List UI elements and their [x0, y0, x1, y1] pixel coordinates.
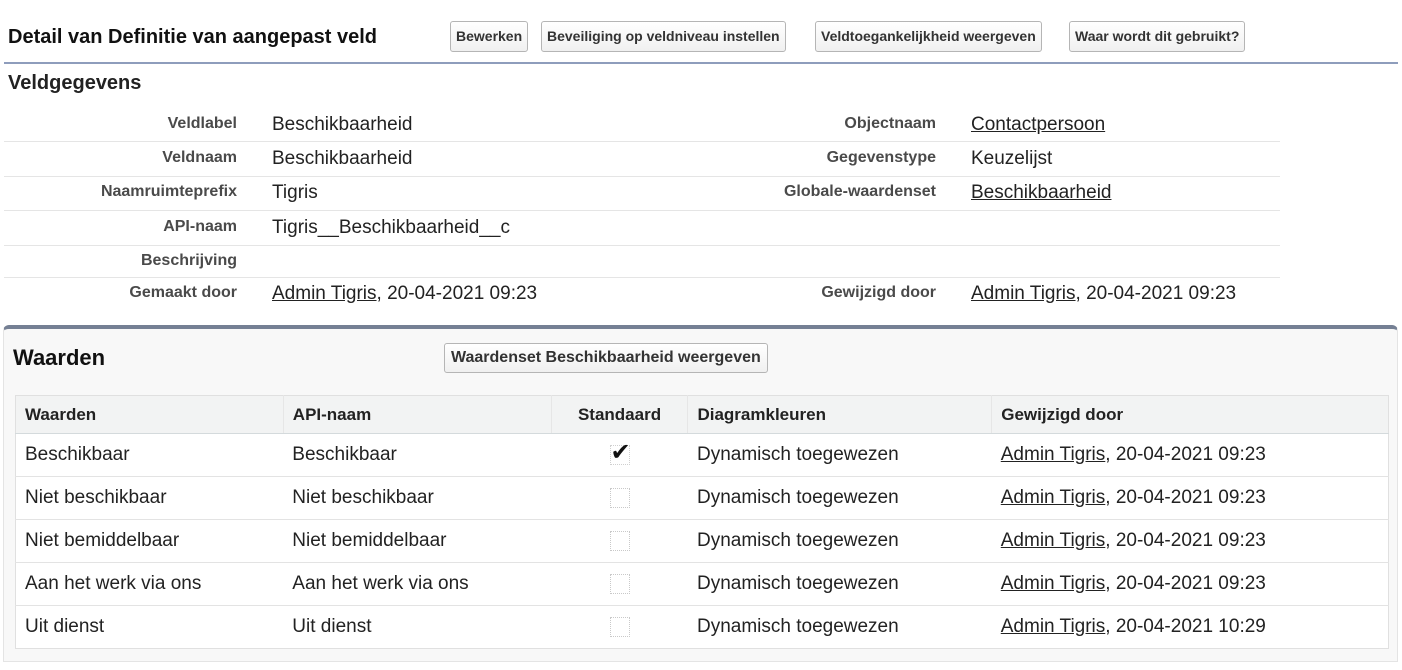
object-name-label: Objectnaam [844, 115, 936, 132]
table-header-row: Waarden API-naam Standaard Diagramkleure… [15, 395, 1389, 434]
row-modified-by: Admin Tigris, 20-04-2021 09:23 [991, 519, 1389, 563]
row-user-link[interactable]: Admin Tigris [1001, 616, 1106, 637]
row-default [551, 606, 688, 649]
edit-button[interactable]: Bewerken [450, 21, 529, 52]
column-header-modified-by: Gewijzigd door [991, 395, 1389, 434]
row-default: ✔ [551, 433, 688, 477]
row-api-name: Aan het werk via ons [283, 562, 552, 606]
row-modified-by: Admin Tigris, 20-04-2021 09:23 [991, 433, 1389, 477]
values-panel-title: Waarden [13, 345, 106, 370]
view-value-set-button[interactable]: Waardenset Beschikbaarheid weergeven [444, 343, 768, 373]
global-value-set-label: Globale-waardenset [783, 183, 936, 200]
header-divider [4, 62, 1398, 64]
row-date: , 20-04-2021 10:29 [1105, 616, 1266, 637]
row-date: , 20-04-2021 09:23 [1105, 487, 1266, 508]
row-date: , 20-04-2021 09:23 [1105, 573, 1266, 594]
field-name-value: Beschikbaarheid [272, 148, 413, 169]
data-type-value: Keuzelijst [971, 148, 1053, 169]
detail-row-description: Beschrijving [4, 246, 1280, 278]
row-chart-color: Dynamisch toegewezen [687, 476, 992, 520]
field-info-title: Veldgegevens [8, 72, 142, 94]
global-value-set-link[interactable]: Beschikbaarheid [971, 182, 1111, 204]
row-date: , 20-04-2021 09:23 [1105, 444, 1266, 465]
row-api-name: Niet beschikbaar [283, 476, 552, 520]
column-header-chart-colors: Diagramkleuren [687, 395, 993, 434]
row-chart-color: Dynamisch toegewezen [687, 562, 992, 606]
detail-row-namespace: Naamruimteprefix Tigris Globale-waardens… [4, 177, 1280, 211]
row-value: Uit dienst [25, 616, 105, 637]
field-label-label: Veldlabel [167, 115, 237, 132]
row-user-link[interactable]: Admin Tigris [1001, 487, 1106, 508]
row-api-name: Uit dienst [292, 616, 372, 637]
page-title: Detail van Definitie van aangepast veld [8, 26, 378, 48]
column-header-api-name: API-naam [283, 395, 552, 434]
default-checkbox [609, 573, 630, 594]
row-modified-by: Admin Tigris, 20-04-2021 10:29 [992, 606, 1389, 649]
api-name-value: Tigris__Beschikbaarheid__c [272, 217, 510, 238]
created-by-label: Gemaakt door [129, 284, 237, 301]
row-value: Beschikbaar [15, 433, 284, 477]
row-chart-color: Dynamisch toegewezen [687, 433, 992, 477]
detail-row-api: API-naam Tigris__Beschikbaarheid__c [4, 211, 1280, 246]
detail-row-label: Veldlabel Beschikbaarheid Objectnaam Con… [4, 106, 1280, 142]
row-default [551, 476, 688, 520]
row-value: Niet beschikbaar [15, 476, 284, 520]
row-modified-by: Admin Tigris, 20-04-2021 09:23 [991, 476, 1389, 520]
detail-row-audit: Gemaakt door Admin Tigris, 20-04-2021 09… [4, 278, 1280, 310]
row-chart-color: Dynamisch toegewezen [687, 519, 992, 563]
row-user-link[interactable]: Admin Tigris [1001, 444, 1106, 465]
table-row: Beschikbaar Beschikbaar ✔ Dynamisch toeg… [15, 433, 1389, 477]
created-by-date: , 20-04-2021 09:23 [376, 283, 538, 304]
table-row: Uit dienst Uit dienst Dynamisch toegewez… [16, 606, 1389, 649]
row-user-link[interactable]: Admin Tigris [1001, 573, 1106, 594]
namespace-prefix-value: Tigris [272, 182, 318, 203]
field-name-label: Veldnaam [162, 149, 237, 166]
row-default [551, 519, 688, 563]
table-row: Niet bemiddelbaar Niet bemiddelbaar Dyna… [15, 519, 1389, 563]
field-security-button[interactable]: Beveiliging op veldniveau instellen [541, 21, 786, 52]
modified-by-user-link[interactable]: Admin Tigris [971, 283, 1076, 304]
page-header: Detail van Definitie van aangepast veld … [0, 0, 1402, 64]
row-api-name: Beschikbaar [283, 433, 552, 477]
row-chart-color: Dynamisch toegewezen [696, 616, 899, 637]
table-row: Aan het werk via ons Aan het werk via on… [15, 562, 1389, 606]
values-table: Waarden API-naam Standaard Diagramkleure… [15, 395, 1389, 649]
api-name-label: API-naam [163, 218, 237, 235]
created-by-value: Admin Tigris, 20-04-2021 09:23 [272, 283, 537, 305]
created-by-user-link[interactable]: Admin Tigris [272, 283, 377, 304]
table-row: Niet beschikbaar Niet beschikbaar Dynami… [15, 476, 1389, 520]
default-checkbox: ✔ [609, 439, 631, 465]
checkmark-icon: ✔ [610, 438, 631, 466]
object-name-link[interactable]: Contactpersoon [971, 114, 1105, 136]
modified-by-date: , 20-04-2021 09:23 [1075, 283, 1237, 304]
default-checkbox [609, 487, 630, 508]
values-panel: Waarden Waardenset Beschikbaarheid weerg… [3, 325, 1398, 662]
row-api-name: Niet bemiddelbaar [283, 519, 552, 563]
default-checkbox [609, 530, 630, 551]
default-checkbox [609, 616, 630, 637]
modified-by-value: Admin Tigris, 20-04-2021 09:23 [971, 283, 1236, 305]
field-accessibility-button[interactable]: Veldtoegankelijkheid weergeven [815, 21, 1042, 52]
row-value: Niet bemiddelbaar [15, 519, 284, 563]
row-value: Aan het werk via ons [15, 562, 284, 606]
row-modified-by: Admin Tigris, 20-04-2021 09:23 [991, 562, 1389, 606]
row-date: , 20-04-2021 09:23 [1105, 530, 1266, 551]
namespace-prefix-label: Naamruimteprefix [100, 183, 237, 200]
data-type-label: Gegevenstype [826, 149, 936, 166]
column-header-default: Standaard [551, 395, 689, 434]
where-used-button[interactable]: Waar wordt dit gebruikt? [1069, 21, 1246, 52]
column-header-values: Waarden [15, 395, 284, 434]
row-user-link[interactable]: Admin Tigris [1001, 530, 1106, 551]
field-label-value: Beschikbaarheid [272, 114, 413, 135]
detail-row-name: Veldnaam Beschikbaarheid Gegevenstype Ke… [4, 142, 1280, 177]
row-default [551, 562, 688, 606]
modified-by-label: Gewijzigd door [821, 284, 936, 301]
description-label: Beschrijving [140, 252, 237, 269]
